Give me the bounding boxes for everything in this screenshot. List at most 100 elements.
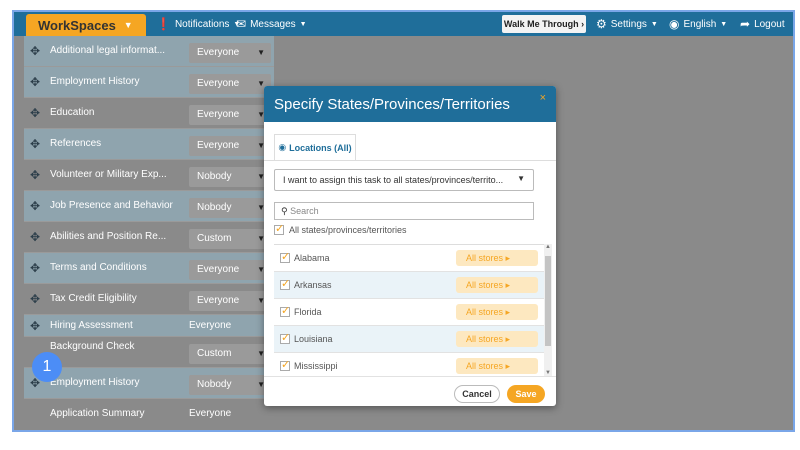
task-list: ✥ Additional legal informat... Everyone ▼ ✥… xyxy=(24,36,274,430)
logout-icon: ➦ xyxy=(740,17,751,31)
checkbox-icon[interactable] xyxy=(280,304,290,317)
visibility-select[interactable]: Everyone ▼ xyxy=(189,260,271,280)
search-input[interactable]: ⚲ Search xyxy=(274,202,534,220)
visibility-select[interactable]: Everyone ▼ xyxy=(189,43,271,63)
visibility-select[interactable]: Everyone ▼ xyxy=(189,105,271,125)
checkbox-icon[interactable] xyxy=(280,358,290,371)
visibility-select[interactable]: Everyone ▼ xyxy=(189,291,271,311)
select-value: Everyone xyxy=(197,78,240,89)
gear-icon: ⚙ xyxy=(596,17,607,31)
notifications-menu[interactable]: ❗ Notifications ▼ xyxy=(156,12,240,36)
visibility-select[interactable]: Everyone ▼ xyxy=(189,136,271,156)
task-label: Terms and Conditions xyxy=(50,262,147,273)
globe-icon: ◉ xyxy=(669,17,680,31)
checkbox-icon[interactable] xyxy=(280,331,290,344)
move-icon[interactable]: ✥ xyxy=(30,292,40,306)
list-item[interactable]: ✥ Additional legal informat... Everyone ▼ xyxy=(24,36,274,67)
logout-link[interactable]: ➦ Logout xyxy=(740,12,785,36)
state-row: Arkansas All stores ▸ xyxy=(274,272,544,299)
logout-label: Logout xyxy=(754,18,785,30)
visibility-value: Everyone xyxy=(189,320,232,331)
visibility-select[interactable]: Nobody ▼ xyxy=(189,167,271,187)
state-row: Florida All stores ▸ xyxy=(274,299,544,326)
chevron-down-icon: ▼ xyxy=(517,174,525,183)
walk-me-through-button[interactable]: Walk Me Through › xyxy=(502,15,586,33)
messages-label: Messages xyxy=(250,18,296,30)
list-item[interactable]: ✥ Employment History Nobody ▼ xyxy=(24,368,274,399)
list-item[interactable]: ✥ Tax Credit Eligibility Everyone ▼ xyxy=(24,284,274,315)
select-value: Everyone xyxy=(197,140,240,151)
visibility-select[interactable]: Everyone ▼ xyxy=(189,74,271,94)
location-pin-icon: ◉ xyxy=(278,142,287,152)
list-item[interactable]: ✥ Hiring Assessment Everyone xyxy=(24,315,274,337)
app-frame: WorkSpaces ▼ ❗ Notifications ▼ ✉ Message… xyxy=(12,10,795,432)
checkbox-icon[interactable] xyxy=(280,250,290,263)
cancel-button[interactable]: Cancel xyxy=(454,385,500,403)
task-label: Job Presence and Behavior xyxy=(50,200,173,211)
visibility-select[interactable]: Nobody ▼ xyxy=(189,198,271,218)
list-item[interactable]: ✥ Education Everyone ▼ xyxy=(24,98,274,129)
scroll-up-icon[interactable]: ▲ xyxy=(544,244,552,250)
move-icon[interactable]: ✥ xyxy=(30,168,40,182)
list-item[interactable]: ✥ Employment History Everyone ▼ xyxy=(24,67,274,98)
stores-button[interactable]: All stores ▸ xyxy=(456,331,538,347)
list-item[interactable]: ✥ Volunteer or Military Exp... Nobody ▼ xyxy=(24,160,274,191)
visibility-select[interactable]: Nobody ▼ xyxy=(189,375,271,395)
assign-scope-select[interactable]: I want to assign this task to all states… xyxy=(274,169,534,191)
stores-button[interactable]: All stores ▸ xyxy=(456,304,538,320)
language-label: English xyxy=(683,18,717,30)
move-icon[interactable]: ✥ xyxy=(30,137,40,151)
all-states-checkbox[interactable]: All states/provinces/territories xyxy=(274,222,407,235)
visibility-select[interactable]: Custom ▼ xyxy=(189,344,271,364)
select-value: Everyone xyxy=(197,47,240,58)
workspaces-menu[interactable]: WorkSpaces ▼ xyxy=(26,14,146,36)
tab-label: Locations (All) xyxy=(289,142,352,153)
state-name: Mississippi xyxy=(294,361,338,371)
stores-button[interactable]: All stores ▸ xyxy=(456,250,538,266)
modal-header: Specify States/Provinces/Territories × xyxy=(264,86,556,122)
close-icon[interactable]: × xyxy=(540,92,546,104)
notifications-label: Notifications xyxy=(174,18,230,30)
move-icon[interactable]: ✥ xyxy=(30,319,40,333)
modal-footer-divider xyxy=(264,376,556,377)
tab-divider xyxy=(264,160,556,161)
chevron-down-icon: ▼ xyxy=(123,20,133,30)
task-label: Volunteer or Military Exp... xyxy=(50,169,167,180)
task-label: Application Summary xyxy=(50,408,145,419)
task-label: References xyxy=(50,138,102,149)
list-item[interactable]: ✥ References Everyone ▼ xyxy=(24,129,274,160)
list-item[interactable]: Application Summary Everyone xyxy=(24,399,274,430)
tab-locations[interactable]: ◉ Locations (All) xyxy=(274,134,356,160)
move-icon[interactable]: ✥ xyxy=(30,199,40,213)
settings-menu[interactable]: ⚙ Settings ▼ xyxy=(596,12,658,36)
select-value: Nobody xyxy=(197,171,232,182)
messages-menu[interactable]: ✉ Messages ▼ xyxy=(236,12,307,36)
task-label: Hiring Assessment xyxy=(50,320,133,331)
checkbox-icon[interactable] xyxy=(280,277,290,290)
move-icon[interactable]: ✥ xyxy=(30,44,40,58)
chevron-down-icon: ▼ xyxy=(299,20,307,28)
visibility-select[interactable]: Custom ▼ xyxy=(189,229,271,249)
specify-states-modal: Specify States/Provinces/Territories × ◉… xyxy=(264,86,556,406)
state-name: Louisiana xyxy=(294,334,333,344)
task-label: Employment History xyxy=(50,377,140,388)
scrollbar-thumb[interactable] xyxy=(545,256,551,346)
move-icon[interactable]: ✥ xyxy=(30,75,40,89)
search-icon: ⚲ xyxy=(281,206,288,216)
states-scrollbar[interactable]: ▲ ▼ xyxy=(544,244,552,376)
stores-button[interactable]: All stores ▸ xyxy=(456,358,538,374)
move-icon[interactable]: ✥ xyxy=(30,230,40,244)
top-nav: WorkSpaces ▼ ❗ Notifications ▼ ✉ Message… xyxy=(14,12,793,36)
save-button[interactable]: Save xyxy=(507,385,545,403)
list-item[interactable]: ✥ Terms and Conditions Everyone ▼ xyxy=(24,253,274,284)
select-value: Custom xyxy=(197,233,232,244)
language-menu[interactable]: ◉ English ▼ xyxy=(669,12,727,36)
settings-label: Settings xyxy=(610,18,647,30)
move-icon[interactable]: ✥ xyxy=(30,261,40,275)
move-icon[interactable]: ✥ xyxy=(30,106,40,120)
checkbox-icon[interactable] xyxy=(274,222,284,235)
list-item[interactable]: ✥ Abilities and Position Re... Custom ▼ xyxy=(24,222,274,253)
list-item[interactable]: ✥ Job Presence and Behavior Nobody ▼ xyxy=(24,191,274,222)
all-states-label: All states/provinces/territories xyxy=(289,225,407,235)
stores-button[interactable]: All stores ▸ xyxy=(456,277,538,293)
